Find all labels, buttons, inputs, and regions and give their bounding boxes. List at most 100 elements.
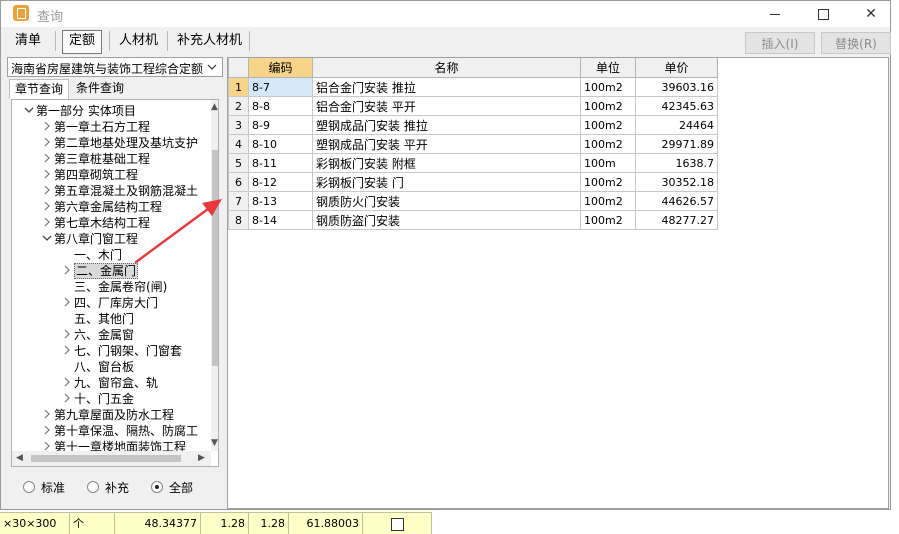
tree-node[interactable]: 第二章地基处理及基坑支护 <box>40 135 198 151</box>
table-row[interactable]: 1 8-7 铝合金门安装 推拉 100m2 39603.16 <box>228 77 718 97</box>
toolbar-separator <box>167 31 168 51</box>
table-row[interactable]: 8 8-14 钢质防盗门安装 100m2 48277.27 <box>228 210 718 230</box>
radio-circle-icon[interactable] <box>87 481 99 493</box>
name-cell[interactable]: 彩钢板门安装 附框 <box>312 153 581 173</box>
unit-cell[interactable]: 100m2 <box>580 115 636 135</box>
name-cell[interactable]: 钢质防盗门安装 <box>312 210 581 230</box>
unit-cell[interactable]: 100m <box>580 153 636 173</box>
unit-cell[interactable]: 100m2 <box>580 191 636 211</box>
tree-vertical-scrollbar[interactable]: ▲ ▼ <box>211 100 218 451</box>
code-cell[interactable]: 8-14 <box>248 210 313 230</box>
tree-node[interactable]: 七、门钢架、门窗套 <box>60 343 182 359</box>
unit-cell[interactable]: 100m2 <box>580 77 636 97</box>
price-cell[interactable]: 30352.18 <box>635 172 718 192</box>
tree-node[interactable]: 第八章门窗工程 <box>40 231 138 247</box>
price-cell[interactable]: 29971.89 <box>635 134 718 154</box>
row-number-cell[interactable]: 2 <box>228 96 249 116</box>
tab-quota[interactable]: 定额 <box>62 30 103 54</box>
tree-node[interactable]: 八、窗台板 <box>60 359 134 375</box>
code-cell[interactable]: 8-10 <box>248 134 313 154</box>
tree-node[interactable]: 第三章桩基础工程 <box>40 151 150 167</box>
tree-node[interactable]: 第九章屋面及防水工程 <box>40 407 174 423</box>
background-cell-check[interactable] <box>363 513 432 534</box>
header-name[interactable]: 名称 <box>312 58 581 78</box>
tree-node[interactable]: 九、窗帘盒、轨 <box>60 375 158 391</box>
minimize-button[interactable] <box>753 1 797 27</box>
scroll-down-icon[interactable]: ▼ <box>211 438 218 448</box>
close-button[interactable]: ✕ <box>849 1 893 27</box>
radio-all[interactable]: 全部 <box>151 479 193 497</box>
name-cell[interactable]: 塑钢成品门安装 推拉 <box>312 115 581 135</box>
table-row[interactable]: 6 8-12 彩钢板门安装 门 100m2 30352.18 <box>228 172 718 192</box>
table-row[interactable]: 7 8-13 钢质防火门安装 100m2 44626.57 <box>228 191 718 211</box>
tree-node[interactable]: 第一章土石方工程 <box>40 119 150 135</box>
header-unit[interactable]: 单位 <box>580 58 636 78</box>
unit-cell[interactable]: 100m2 <box>580 172 636 192</box>
radio-circle-icon[interactable] <box>23 481 35 493</box>
code-cell[interactable]: 8-9 <box>248 115 313 135</box>
name-cell[interactable]: 塑钢成品门安装 平开 <box>312 134 581 154</box>
price-cell[interactable]: 39603.16 <box>635 77 718 97</box>
table-row[interactable]: 4 8-10 塑钢成品门安装 平开 100m2 29971.89 <box>228 134 718 154</box>
insert-button[interactable]: 插入(I) <box>745 32 815 54</box>
scroll-left-icon[interactable]: ◀ <box>16 453 23 463</box>
row-number-cell[interactable]: 5 <box>228 153 249 173</box>
tab-supplementary-lmm[interactable]: 补充人材机 <box>171 30 248 52</box>
price-cell[interactable]: 42345.63 <box>635 96 718 116</box>
unit-cell[interactable]: 100m2 <box>580 96 636 116</box>
tree-node[interactable]: 第四章砌筑工程 <box>40 167 138 183</box>
price-cell[interactable]: 24464 <box>635 115 718 135</box>
tree-horizontal-scroll-thumb[interactable] <box>31 455 181 462</box>
table-row[interactable]: 2 8-8 铝合金门安装 平开 100m2 42345.63 <box>228 96 718 116</box>
price-cell[interactable]: 1638.7 <box>635 153 718 173</box>
tab-bill[interactable]: 清单 <box>9 30 47 52</box>
code-cell[interactable]: 8-7 <box>248 77 313 97</box>
row-number-cell[interactable]: 6 <box>228 172 249 192</box>
table-row[interactable]: 3 8-9 塑钢成品门安装 推拉 100m2 24464 <box>228 115 718 135</box>
radio-circle-checked-icon[interactable] <box>151 481 163 493</box>
tree-node[interactable]: 二、金属门 <box>60 263 139 279</box>
quota-library-select[interactable]: 海南省房屋建筑与装饰工程综合定额 <box>7 57 223 77</box>
name-cell[interactable]: 铝合金门安装 推拉 <box>312 77 581 97</box>
chevron-down-icon[interactable] <box>22 105 36 121</box>
background-checkbox[interactable] <box>390 518 404 531</box>
code-cell[interactable]: 8-13 <box>248 191 313 211</box>
replace-button[interactable]: 替换(R) <box>821 32 891 54</box>
code-cell[interactable]: 8-11 <box>248 153 313 173</box>
header-price[interactable]: 单价 <box>635 58 718 78</box>
price-cell[interactable]: 44626.57 <box>635 191 718 211</box>
unit-cell[interactable]: 100m2 <box>580 210 636 230</box>
tree-node[interactable]: 三、金属卷帘(闸) <box>60 279 167 295</box>
name-cell[interactable]: 铝合金门安装 平开 <box>312 96 581 116</box>
row-number-cell[interactable]: 3 <box>228 115 249 135</box>
tab-labor-material-machine[interactable]: 人材机 <box>113 30 164 52</box>
tree-horizontal-scrollbar[interactable]: ◀ ▶ <box>12 451 211 466</box>
name-cell[interactable]: 钢质防火门安装 <box>312 191 581 211</box>
header-code[interactable]: 编码 <box>248 58 313 78</box>
tab-condition-query[interactable]: 条件查询 <box>71 79 129 98</box>
name-cell[interactable]: 彩钢板门安装 门 <box>312 172 581 192</box>
tab-chapter-query[interactable]: 章节查询 <box>9 79 70 99</box>
tree-node[interactable]: 一、木门 <box>60 247 122 263</box>
tree-node[interactable]: 六、金属窗 <box>60 327 134 343</box>
unit-cell[interactable]: 100m2 <box>580 134 636 154</box>
row-number-cell[interactable]: 8 <box>228 210 249 230</box>
row-number-cell[interactable]: 7 <box>228 191 249 211</box>
code-cell[interactable]: 8-8 <box>248 96 313 116</box>
tree-node[interactable]: 十、门五金 <box>60 391 134 407</box>
radio-supplement[interactable]: 补充 <box>87 479 129 497</box>
scroll-right-icon[interactable]: ▶ <box>198 453 205 463</box>
maximize-button[interactable] <box>801 1 845 27</box>
row-number-cell[interactable]: 4 <box>228 134 249 154</box>
scroll-up-icon[interactable]: ▲ <box>211 102 218 112</box>
row-number-cell[interactable]: 1 <box>228 77 249 97</box>
code-cell[interactable]: 8-12 <box>248 172 313 192</box>
price-cell[interactable]: 48277.27 <box>635 210 718 230</box>
tree-node[interactable]: 五、其他门 <box>60 311 134 327</box>
tree-node[interactable]: 第十章保温、隔热、防腐工 <box>40 423 198 439</box>
chevron-down-icon[interactable] <box>40 233 54 249</box>
tree-node[interactable]: 四、厂库房大门 <box>60 295 158 311</box>
radio-standard[interactable]: 标准 <box>23 479 65 497</box>
table-row[interactable]: 5 8-11 彩钢板门安装 附框 100m 1638.7 <box>228 153 718 173</box>
tree-node[interactable]: 第一部分 实体项目 <box>22 103 136 119</box>
